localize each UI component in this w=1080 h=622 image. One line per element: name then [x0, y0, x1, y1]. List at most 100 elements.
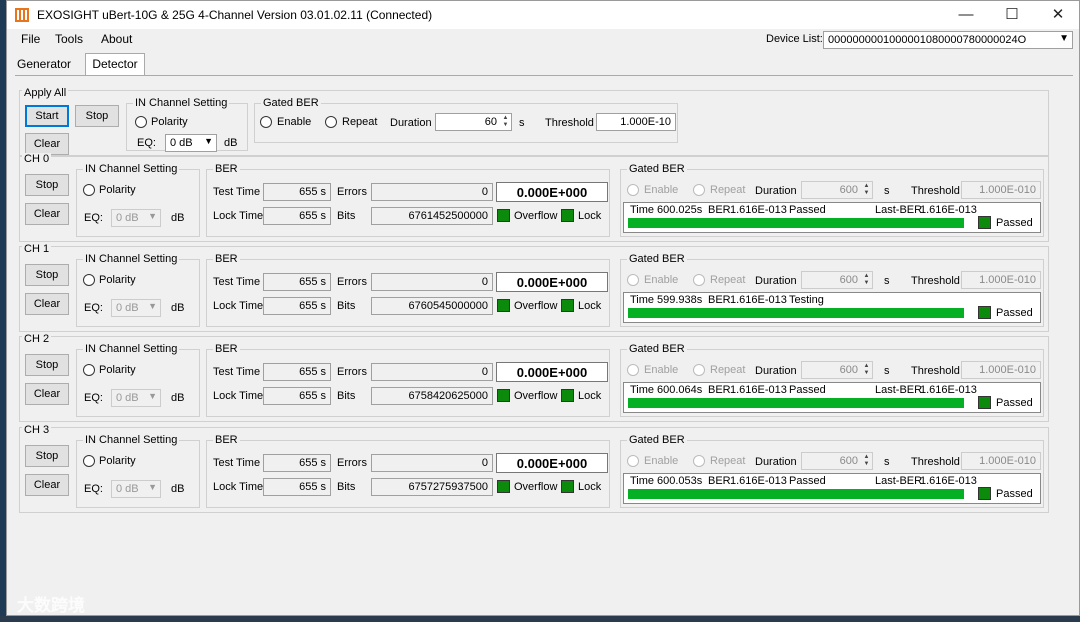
gated-time: 599.938s	[657, 294, 703, 306]
detector-panel: Apply All Start Stop Clear IN Channel Se…	[15, 75, 1073, 545]
threshold-value: 1.000E-010	[961, 361, 1041, 379]
time-label: Time	[630, 294, 655, 306]
db-unit: dB	[224, 137, 238, 149]
channel-clear-button[interactable]: Clear	[25, 383, 69, 405]
polarity-label: Polarity	[99, 364, 136, 376]
channel-stop-button[interactable]: Stop	[25, 264, 69, 286]
apply-all-stop-button[interactable]: Stop	[75, 105, 119, 127]
maximize-icon[interactable]: ☐	[989, 1, 1035, 29]
minimize-icon[interactable]: —	[943, 1, 989, 29]
eq-select: 0 dB ▼	[111, 299, 161, 317]
gated-ber-label: BER	[708, 475, 731, 487]
ber-group: BER Test Time 655 s Errors 0 0.000E+000 …	[206, 343, 610, 417]
passed-indicator	[978, 306, 991, 319]
polarity-label: Polarity	[151, 116, 188, 128]
channel-stop-button[interactable]: Stop	[25, 354, 69, 376]
channel-gated-group: Gated BER Enable Repeat Duration 600 ▲ ▼ s…	[620, 434, 1044, 508]
passed-label: Passed	[996, 307, 1033, 319]
menu-file[interactable]: File	[21, 32, 40, 46]
errors-label: Errors	[337, 457, 367, 469]
threshold-input[interactable]: 1.000E-10	[596, 113, 676, 131]
gated-ber-title: Gated BER	[627, 163, 687, 175]
enable-label: Enable	[644, 274, 679, 286]
channel-clear-button[interactable]: Clear	[25, 474, 69, 496]
polarity-radio[interactable]	[83, 455, 95, 467]
device-list-select[interactable]: 0000000001000001080000780000024O ▼	[823, 31, 1073, 49]
seconds-unit: s	[519, 117, 525, 129]
eq-select: 0 dB ▼	[111, 480, 161, 498]
repeat-radio[interactable]	[325, 116, 337, 128]
app-window: EXOSIGHT uBert-10G & 25G 4-Channel Versi…	[6, 0, 1080, 616]
bits-value: 6761452500000	[371, 207, 493, 225]
channel-group: CH 0 Stop Clear IN Channel Setting Polar…	[19, 153, 1049, 242]
test-time-value: 655 s	[263, 273, 331, 291]
eq-select[interactable]: 0 dB ▼	[165, 134, 217, 152]
polarity-radio[interactable]	[83, 184, 95, 196]
ber-title: BER	[213, 434, 240, 446]
in-channel-title: IN Channel Setting	[83, 253, 180, 265]
test-time-value: 655 s	[263, 363, 331, 381]
repeat-radio	[693, 184, 705, 196]
errors-value: 0	[371, 454, 493, 472]
threshold-value: 1.000E-010	[961, 181, 1041, 199]
channel-clear-button[interactable]: Clear	[25, 293, 69, 315]
passed-indicator	[978, 396, 991, 409]
seconds-unit: s	[884, 456, 890, 468]
duration-input[interactable]: 60 ▲ ▼	[435, 113, 512, 131]
tab-generator[interactable]: Generator	[13, 54, 75, 74]
polarity-radio[interactable]	[83, 274, 95, 286]
enable-label: Enable	[644, 184, 679, 196]
enable-radio	[627, 455, 639, 467]
gated-state: Testing	[789, 294, 824, 306]
channel-title: CH 0	[22, 153, 52, 165]
gated-ber-value: 1.616E-013	[730, 384, 787, 396]
chevron-down-icon: ▼	[148, 391, 157, 401]
spinner-icon[interactable]: ▲ ▼	[501, 115, 510, 129]
ber-title: BER	[213, 343, 240, 355]
gated-ber-title: Gated BER	[627, 434, 687, 446]
chevron-down-icon: ▼	[1059, 33, 1069, 44]
enable-radio	[627, 364, 639, 376]
lock-indicator	[561, 209, 574, 222]
polarity-label: Polarity	[99, 455, 136, 467]
enable-radio[interactable]	[260, 116, 272, 128]
eq-label: EQ:	[84, 302, 103, 314]
lock-indicator	[561, 299, 574, 312]
ber-group: BER Test Time 655 s Errors 0 0.000E+000 …	[206, 163, 610, 237]
gated-ber-label: BER	[708, 294, 731, 306]
in-channel-title: IN Channel Setting	[83, 343, 180, 355]
polarity-radio[interactable]	[135, 116, 147, 128]
bits-label: Bits	[337, 210, 356, 222]
polarity-radio[interactable]	[83, 364, 95, 376]
channel-clear-button[interactable]: Clear	[25, 203, 69, 225]
duration-value: 600	[839, 455, 858, 467]
repeat-label: Repeat	[342, 116, 378, 128]
channel-group: CH 3 Stop Clear IN Channel Setting Polar…	[19, 424, 1049, 513]
menu-about[interactable]: About	[101, 32, 132, 46]
channel-stop-button[interactable]: Stop	[25, 174, 69, 196]
duration-input: 600 ▲ ▼	[801, 181, 873, 199]
duration-value: 600	[839, 364, 858, 376]
chevron-down-icon: ▼	[148, 482, 157, 492]
bits-value: 6758420625000	[371, 387, 493, 405]
gated-state: Passed	[789, 384, 826, 396]
last-ber-label: Last-BER	[875, 475, 923, 487]
test-time-label: Test Time	[213, 276, 261, 288]
tab-detector[interactable]: Detector	[85, 53, 145, 75]
overflow-indicator	[497, 480, 510, 493]
duration-input: 600 ▲ ▼	[801, 452, 873, 470]
apply-all-clear-button[interactable]: Clear	[25, 133, 69, 155]
apply-all-start-button[interactable]: Start	[25, 105, 69, 127]
channel-stop-button[interactable]: Stop	[25, 445, 69, 467]
ber-group: BER Test Time 655 s Errors 0 0.000E+000 …	[206, 253, 610, 327]
close-icon[interactable]: ✕	[1035, 1, 1079, 29]
ber-value: 0.000E+000	[496, 453, 608, 473]
bits-value: 6757275937500	[371, 478, 493, 496]
seconds-unit: s	[884, 275, 890, 287]
gated-ber-value: 1.616E-013	[730, 475, 787, 487]
duration-label: Duration	[390, 117, 432, 129]
bits-label: Bits	[337, 300, 356, 312]
spinner-icon: ▲ ▼	[863, 183, 870, 196]
gated-progress-bar	[628, 398, 964, 408]
menu-tools[interactable]: Tools	[55, 32, 83, 46]
